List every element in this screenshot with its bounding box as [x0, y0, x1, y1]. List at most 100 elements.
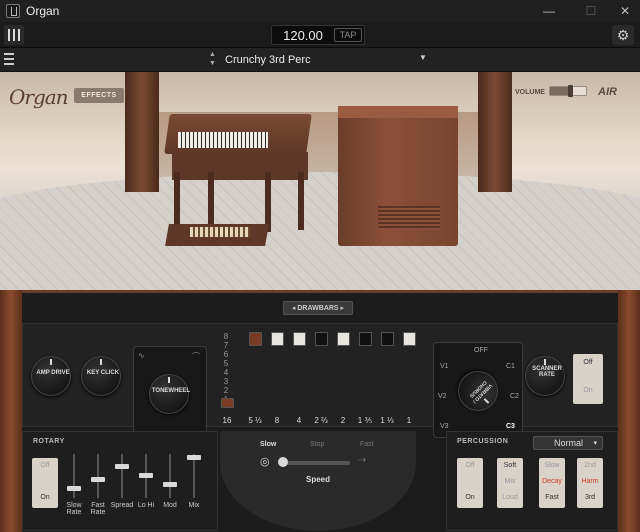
drawbar-label: 16 [222, 416, 232, 425]
effects-button[interactable]: EFFECTS [74, 88, 124, 103]
drawbar-9[interactable] [403, 332, 416, 346]
fast-speed-icon: ⇢ [358, 455, 367, 466]
window-title: Organ [26, 4, 60, 18]
leslie-top [338, 106, 458, 118]
vibe-v2-label: V2 [438, 393, 447, 400]
fader-track[interactable] [73, 454, 75, 498]
settings-gear-icon[interactable]: ⚙ [612, 25, 634, 45]
vibe-c3-label: C3 [506, 423, 515, 430]
vibe-knob[interactable]: VIBRATO / CHORUS [449, 362, 507, 420]
tempo-field[interactable]: 120.00 TAP [271, 25, 365, 45]
fader-track[interactable] [169, 454, 171, 498]
drawbar-label: 1 [406, 416, 412, 425]
fader-track[interactable] [97, 454, 99, 498]
percussion-harmonic-switch[interactable]: 2nd Harm 3rd [577, 458, 603, 508]
volume-slider[interactable] [549, 85, 587, 97]
switch-on-label: On [583, 387, 593, 394]
percussion-decay-switch[interactable]: Slow Decay Fast [539, 458, 565, 508]
vibe-c1-label: C1 [506, 363, 515, 370]
drawbar-scale-mark: 5 [223, 359, 229, 368]
vibe-off-label: OFF [474, 347, 488, 354]
title-bar: Organ — ☐ ✕ [0, 0, 640, 22]
drawbar-4[interactable] [293, 332, 306, 346]
drawbar-label: 5 ⅓ [248, 416, 262, 425]
drawbar-1[interactable] [221, 398, 234, 408]
perc-harm-label: Harm [581, 478, 599, 485]
fader-track[interactable] [193, 454, 195, 498]
speed-slider[interactable] [282, 461, 350, 465]
drawbar-6[interactable] [337, 332, 350, 346]
organ-keys [178, 132, 268, 148]
drawbar-label: 2 [340, 416, 346, 425]
scanner-rate-knob[interactable]: SCANNER RATE [525, 356, 569, 400]
perc-3rd-label: 3rd [584, 494, 596, 501]
drawbars-tab[interactable]: ◂ DRAWBARS ▸ [283, 301, 353, 315]
preset-dropdown-icon[interactable]: ▼ [419, 53, 427, 62]
menu-icon[interactable] [4, 53, 14, 65]
instrument-stage: Organ EFFECTS VOLUME AIR [0, 72, 640, 290]
drawbar-5[interactable] [315, 332, 328, 346]
tiled-floor [0, 172, 640, 290]
volume-label: VOLUME [515, 89, 545, 96]
drawbar-scale-mark: 3 [223, 377, 229, 386]
app-icon [6, 4, 20, 18]
volume-handle[interactable] [567, 85, 573, 97]
chevron-down-icon: ▾ [593, 440, 597, 447]
fader-handle[interactable] [163, 481, 177, 487]
vibe-v1-label: V1 [440, 363, 449, 370]
tempo-value[interactable]: 120.00 [278, 28, 328, 43]
fader-handle[interactable] [91, 477, 105, 483]
tap-button[interactable]: TAP [334, 28, 362, 42]
fader-track[interactable] [121, 454, 123, 498]
tonewheel-label: TONEWHEEL [151, 388, 191, 394]
perc-decay-label: Decay [542, 478, 562, 485]
control-panel: ◂ DRAWBARS ▸ AMP DRIVE KEY CLICK ∿ ⌒ ⚙ ≈… [22, 290, 618, 532]
speed-slow-label: Slow [260, 441, 277, 448]
fader-handle[interactable] [67, 486, 81, 492]
speed-handle[interactable] [278, 457, 288, 467]
app-window: { "window":{"title":"Organ"}, "toolbar":… [0, 0, 640, 532]
amp-drive-knob[interactable]: AMP DRIVE [31, 356, 75, 400]
keyboard-icon[interactable] [4, 25, 24, 45]
amp-drive-label: AMP DRIVE [36, 370, 70, 376]
percussion-volume-switch[interactable]: Soft Mix Loud [497, 458, 523, 508]
fader-handle[interactable] [115, 464, 129, 470]
rotary-on-label: On [40, 494, 50, 501]
volume-fill [550, 87, 570, 95]
drawbar-3[interactable] [271, 332, 284, 346]
drawbar-scale-mark: 4 [223, 368, 229, 377]
perc-off-label: Off [465, 462, 475, 469]
switch-off-label: Off [583, 359, 593, 366]
tonewheel-knob[interactable]: TONEWHEEL [149, 374, 193, 418]
key-click-knob[interactable]: KEY CLICK [81, 356, 125, 400]
speed-fast-label: Fast [360, 441, 374, 448]
minimize-button[interactable]: — [534, 0, 564, 22]
drawbar-label: 1 ⅓ [380, 416, 394, 425]
vibe-on-off-switch[interactable]: Off On [573, 354, 603, 404]
drawbar-2[interactable] [249, 332, 262, 346]
percussion-section: PERCUSSION Normal ▾ Off On Soft Mix Loud… [446, 431, 618, 531]
organ-leg [208, 172, 214, 224]
perc-soft-label: Soft [503, 462, 517, 469]
fader-handle[interactable] [139, 473, 153, 478]
preset-stepper-icon[interactable]: ▲ ▼ [209, 50, 216, 68]
wave-icon: ∿ [138, 351, 145, 360]
rotary-title: ROTARY [33, 438, 65, 445]
drawbar-7[interactable] [359, 332, 372, 346]
drawbar-8[interactable] [381, 332, 394, 346]
maximize-button[interactable]: ☐ [576, 0, 606, 22]
drawbar-scale-mark: 6 [223, 350, 229, 359]
percussion-mode-dropdown[interactable]: Normal ▾ [533, 436, 603, 450]
preset-name[interactable]: Crunchy 3rd Perc [225, 54, 311, 66]
close-button[interactable]: ✕ [610, 0, 640, 22]
vibrato-chorus-box: OFF V1 V2 V3 C1 C2 C3 VIBRATO / CHORUS [433, 342, 523, 438]
percussion-on-off-switch[interactable]: Off On [457, 458, 483, 508]
rotary-on-off-switch[interactable]: Off On [32, 458, 58, 508]
vibe-v3-label: V3 [440, 423, 449, 430]
drawbar-label: 4 [296, 416, 302, 425]
scanner-rate-label: SCANNER RATE [532, 366, 562, 378]
percussion-mode-value: Normal [554, 438, 584, 448]
drawbar-row [23, 324, 24, 325]
fader-handle[interactable] [187, 455, 201, 461]
organ-leg [298, 172, 304, 230]
